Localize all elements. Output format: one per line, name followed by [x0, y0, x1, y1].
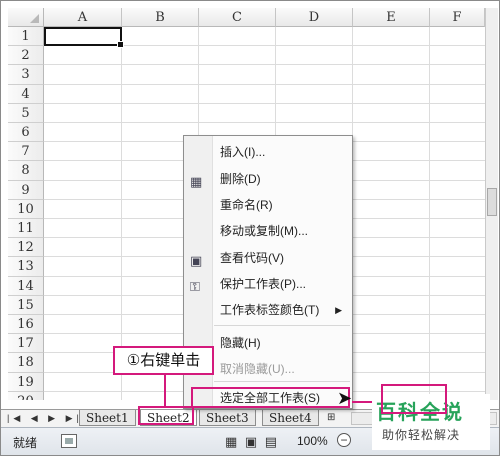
row-header[interactable]: 9	[8, 180, 44, 200]
menu-item-label: 重命名(R)	[220, 198, 273, 212]
row-header[interactable]: 12	[8, 238, 44, 258]
column-header[interactable]: A	[44, 8, 122, 27]
menu-separator	[214, 325, 350, 326]
menu-item[interactable]: ⚿ 保护工作表(P)...	[184, 273, 352, 295]
submenu-arrow-icon: ▶	[335, 305, 342, 315]
highlight-select-all-sheets	[191, 387, 350, 408]
zoom-level[interactable]: 100%	[297, 434, 328, 448]
select-all-corner[interactable]	[8, 8, 44, 27]
row-header[interactable]: 10	[8, 199, 44, 219]
row-header[interactable]: 20	[8, 391, 44, 400]
column-header[interactable]: F	[430, 8, 485, 27]
vertical-scrollbar-thumb[interactable]	[487, 188, 497, 216]
gridline-vertical	[429, 27, 430, 400]
menu-item-label: 取消隐藏(U)...	[220, 362, 295, 376]
row-header[interactable]: 2	[8, 46, 44, 66]
menu-item-label: 查看代码(V)	[220, 251, 284, 265]
active-cell-a1[interactable]	[44, 27, 124, 48]
watermark-subtitle: 助你轻松解决	[382, 428, 461, 442]
column-header[interactable]: D	[276, 8, 353, 27]
column-header[interactable]: E	[353, 8, 430, 27]
menu-item-label: 移动或复制(M)...	[220, 224, 308, 238]
gridline-horizontal	[44, 64, 485, 66]
row-header[interactable]: 19	[8, 372, 44, 392]
annotation-right-click: ①右键单击	[113, 346, 214, 375]
highlight-sheet2-tab	[138, 406, 194, 425]
menu-item[interactable]: 插入(I)...	[184, 141, 352, 163]
row-header[interactable]: 13	[8, 257, 44, 277]
row-header[interactable]: 8	[8, 161, 44, 181]
menu-item-label: 删除(D)	[220, 172, 261, 186]
row-header[interactable]: 6	[8, 123, 44, 143]
protect-sheet-icon: ⚿	[190, 279, 200, 294]
insert-sheet-icon[interactable]: ⊞	[327, 412, 335, 423]
view-mode-icons[interactable]: ▦ ▣ ▤	[225, 434, 279, 450]
row-header[interactable]: 7	[8, 142, 44, 162]
row-header[interactable]: 14	[8, 276, 44, 296]
row-header[interactable]: 17	[8, 334, 44, 354]
column-header[interactable]: C	[199, 8, 276, 27]
menu-item-label: 插入(I)...	[220, 145, 266, 159]
menu-item-label: 工作表标签颜色(T)	[220, 303, 320, 317]
macro-record-icon[interactable]	[61, 434, 77, 448]
row-header[interactable]: 1	[8, 27, 44, 47]
corner-triangle-icon	[30, 14, 39, 23]
callout-connector	[164, 375, 166, 408]
sheet-tab-sheet4[interactable]: Sheet4	[262, 410, 319, 426]
menu-item[interactable]: ▦ 删除(D)	[184, 168, 352, 190]
menu-item[interactable]: ▣ 查看代码(V)	[184, 247, 352, 269]
delete-sheet-icon: ▦	[190, 174, 203, 189]
zoom-out-button[interactable]: −	[337, 433, 351, 447]
row-header[interactable]: 15	[8, 295, 44, 315]
annotation-box-right	[381, 384, 447, 414]
row-header[interactable]: 4	[8, 84, 44, 104]
row-header[interactable]: 16	[8, 315, 44, 335]
fill-handle[interactable]	[117, 41, 124, 48]
row-header[interactable]: 5	[8, 103, 44, 123]
row-header[interactable]: 11	[8, 219, 44, 239]
menu-item-label: 保护工作表(P)...	[220, 277, 306, 291]
column-header[interactable]: B	[122, 8, 199, 27]
row-header[interactable]: 3	[8, 65, 44, 85]
gridline-horizontal	[44, 102, 485, 104]
sheet-tab-sheet3[interactable]: Sheet3	[199, 410, 256, 426]
sheet-tab-sheet1[interactable]: Sheet1	[79, 410, 136, 426]
menu-item[interactable]: 工作表标签颜色(T) ▶	[184, 299, 352, 321]
row-header[interactable]: 18	[8, 353, 44, 373]
menu-item[interactable]: 移动或复制(M)...	[184, 220, 352, 242]
gridline-horizontal	[44, 83, 485, 85]
menu-item[interactable]: 重命名(R)	[184, 194, 352, 216]
status-ready: 就绪	[13, 436, 38, 450]
menu-separator	[214, 381, 350, 382]
sheet-nav-buttons[interactable]: |◀ ◀ ▶ ▶|	[7, 411, 83, 426]
view-code-icon: ▣	[190, 253, 203, 268]
mouse-cursor-icon: ➤	[337, 388, 353, 408]
vertical-scrollbar[interactable]	[485, 8, 498, 400]
gridline-vertical	[121, 27, 122, 400]
gridline-horizontal	[44, 122, 485, 123]
menu-item-label: 隐藏(H)	[220, 336, 261, 350]
